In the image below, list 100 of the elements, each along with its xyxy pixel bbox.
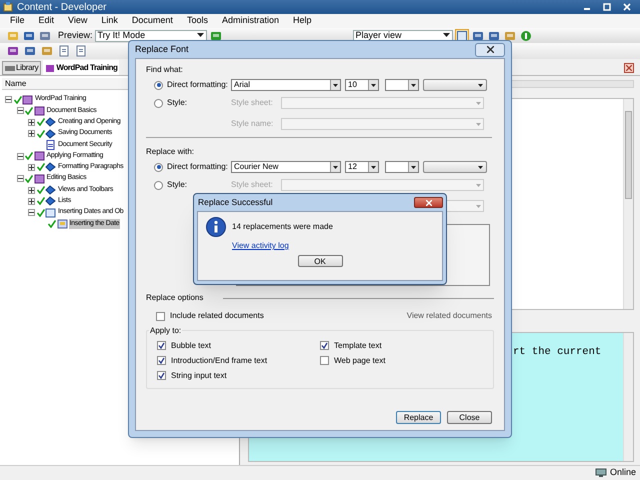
close-tab-button[interactable] (624, 63, 634, 73)
document-tab[interactable]: WordPad Training (43, 60, 120, 75)
view-mode-dropdown[interactable]: Player view (352, 30, 453, 42)
dialog-button[interactable]: Close (447, 411, 492, 424)
close-button[interactable] (475, 42, 505, 56)
radio-label: Style: (167, 180, 188, 189)
columns-icon (488, 30, 500, 42)
expand-toggle[interactable] (16, 175, 24, 182)
module-button[interactable] (6, 44, 20, 58)
plus-icon (29, 198, 34, 204)
minus-icon (18, 176, 22, 182)
font-dropdown[interactable]: Courier New (231, 161, 341, 173)
close-icon (426, 200, 432, 206)
dropdown-arrow-icon (333, 166, 338, 168)
section-icon (24, 45, 36, 57)
checkbox[interactable] (320, 341, 329, 350)
checkbox[interactable] (156, 312, 165, 320)
dropdown-arrow-icon (476, 122, 480, 126)
app-icon (3, 2, 13, 12)
size-dropdown[interactable]: 12 (345, 161, 379, 173)
layout-icon (456, 30, 467, 40)
radio-button[interactable] (154, 98, 163, 108)
book-icon (22, 94, 33, 105)
color-dropdown[interactable] (423, 79, 487, 91)
dropdown-arrow-icon (371, 166, 376, 168)
checkbox[interactable] (320, 356, 329, 365)
color-dropdown[interactable] (423, 161, 487, 173)
size-dropdown[interactable]: 10 (345, 79, 379, 91)
module-icon (7, 45, 19, 57)
style-dropdown[interactable] (385, 161, 419, 173)
font-dropdown[interactable]: Arial (231, 79, 341, 91)
dropdown-arrow-icon (476, 184, 480, 186)
expand-toggle[interactable] (28, 209, 35, 216)
book-icon (45, 64, 56, 72)
column-header: Name (5, 78, 26, 90)
dropdown-arrow-icon (411, 84, 416, 86)
field-label: Style name: (231, 118, 274, 130)
expand-toggle[interactable] (16, 152, 24, 160)
expand-toggle[interactable] (28, 118, 35, 126)
dialog-button[interactable]: Replace (396, 411, 441, 424)
expand-toggle[interactable] (16, 107, 24, 114)
menu-item[interactable]: View (68, 14, 88, 28)
dropdown-arrow-icon (196, 33, 204, 38)
close-button[interactable] (414, 197, 443, 208)
menu-item[interactable]: Help (292, 14, 312, 28)
expand-toggle[interactable] (28, 186, 35, 194)
section-heading: Find what: (146, 64, 184, 76)
scrollbar[interactable] (623, 99, 633, 309)
topic-icon (45, 185, 56, 196)
plus-icon (29, 164, 34, 170)
dropdown-arrow-icon (478, 166, 483, 168)
minus-icon (6, 97, 11, 102)
checkbox[interactable] (157, 371, 166, 380)
checkbox-label: Template text (334, 340, 382, 352)
menu-item[interactable]: Tools (186, 14, 208, 28)
help-icon (58, 45, 70, 57)
expand-toggle[interactable] (28, 164, 35, 171)
group-title: Apply to: (149, 325, 182, 337)
ok-button[interactable]: OK (298, 255, 342, 267)
topic-icon (45, 128, 56, 139)
check-icon (158, 372, 165, 379)
checkbox[interactable] (157, 356, 166, 365)
menu-item[interactable]: Document (132, 14, 173, 28)
activity-log-link[interactable]: View activity log (232, 240, 289, 252)
question-button[interactable] (74, 44, 88, 58)
section-button[interactable] (23, 44, 37, 58)
question-icon (75, 45, 87, 57)
scrollbar[interactable] (623, 333, 633, 461)
panel-text: rt the current (513, 346, 602, 358)
expand-toggle[interactable] (28, 198, 35, 205)
preview-mode-dropdown[interactable]: Try It! Mode (94, 30, 207, 42)
minus-icon (29, 210, 34, 216)
expand-toggle[interactable] (28, 130, 35, 138)
checkbox[interactable] (157, 341, 166, 350)
plus-icon (29, 120, 34, 125)
menu-item[interactable]: Edit (38, 14, 54, 28)
book-icon (45, 208, 56, 218)
radio-button[interactable] (154, 80, 163, 90)
book-icon (34, 106, 44, 116)
help-button[interactable] (57, 44, 71, 58)
expand-toggle[interactable] (5, 96, 12, 104)
menu-item[interactable]: Administration (222, 14, 279, 28)
radio-button[interactable] (154, 162, 163, 172)
checkbox-label: String input text (171, 370, 227, 382)
menu-item[interactable]: File (10, 14, 25, 28)
menu-item[interactable]: Link (101, 14, 118, 28)
radio-button[interactable] (154, 180, 163, 190)
view-related-link[interactable]: View related documents (406, 310, 494, 322)
maximize-icon (603, 3, 611, 11)
check-icon (158, 342, 165, 349)
document-tab[interactable]: Library (2, 61, 42, 75)
drive-icon (5, 64, 15, 72)
dropdown-arrow-icon (371, 84, 376, 86)
dialog-title: Replace Font (135, 42, 189, 56)
status-text: Online (610, 466, 636, 480)
style-dropdown[interactable] (385, 79, 419, 91)
plus-icon (29, 131, 34, 136)
dialog-title: Replace Successful (198, 196, 273, 209)
radio-label: Direct formatting: (167, 162, 228, 171)
checkbox-label: Bubble text (171, 340, 212, 352)
